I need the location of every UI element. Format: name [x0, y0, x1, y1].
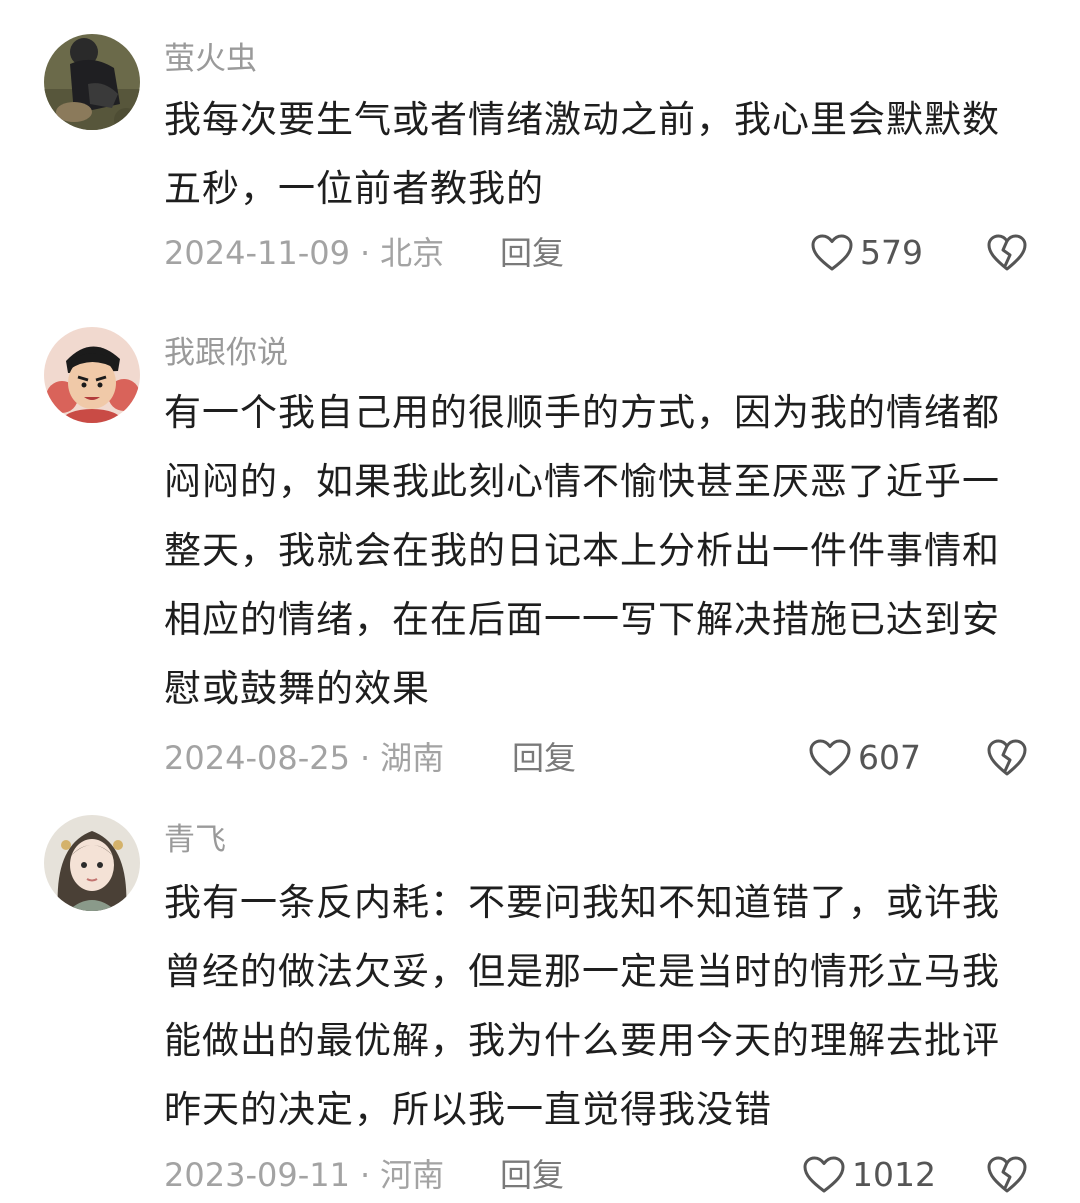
avatar-photo-icon — [44, 34, 140, 130]
avatar-cartoon-icon — [44, 327, 140, 423]
avatar-illustration-icon — [44, 815, 140, 911]
username[interactable]: 青飞 — [164, 820, 226, 860]
comment-location: 湖南 — [380, 739, 445, 777]
separator: · — [359, 739, 371, 777]
reply-button[interactable]: 回复 — [512, 736, 576, 780]
comment-text: 有一个我自己用的很顺手的方式，因为我的情绪都闷闷的，如果我此刻心情不愉快甚至厌恶… — [164, 391, 1000, 710]
heart-outline-icon — [809, 739, 851, 776]
broken-heart-icon — [987, 1156, 1027, 1193]
dislike-button[interactable] — [986, 1155, 1028, 1195]
broken-heart-icon — [987, 739, 1027, 776]
avatar[interactable] — [44, 815, 140, 911]
like-count: 1012 — [852, 1155, 936, 1194]
reply-button[interactable]: 回复 — [500, 231, 564, 275]
heart-outline-icon — [803, 1156, 845, 1193]
comment-date: 2024-11-09 — [164, 234, 350, 272]
comment-date: 2023-09-11 — [164, 1156, 350, 1194]
comment-text: 我每次要生气或者情绪激动之前，我心里会默默数五秒，一位前者教我的 — [164, 98, 1000, 210]
comment-text: 我有一条反内耗：不要问我知不知道错了，或许我曾经的做法欠妥，但是那一定是当时的情… — [164, 881, 1000, 1131]
like-count: 607 — [858, 738, 921, 777]
comment-meta: 2023-09-11 · 河南 — [164, 1153, 444, 1197]
separator: · — [359, 1156, 371, 1194]
avatar[interactable] — [44, 34, 140, 130]
comment-meta: 2024-08-25 · 湖南 — [164, 736, 444, 780]
dislike-button[interactable] — [986, 233, 1028, 273]
like-count: 579 — [860, 233, 923, 272]
username[interactable]: 萤火虫 — [164, 39, 257, 79]
like-button[interactable]: 1012 — [802, 1153, 936, 1197]
like-button[interactable]: 579 — [810, 231, 923, 275]
comment-meta: 2024-11-09 · 北京 — [164, 231, 444, 275]
avatar[interactable] — [44, 327, 140, 423]
reply-button[interactable]: 回复 — [500, 1153, 564, 1197]
separator: · — [359, 234, 371, 272]
broken-heart-icon — [987, 234, 1027, 271]
comments-page: { "comments": [ { "username": "萤火虫", "te… — [0, 0, 1080, 1203]
dislike-button[interactable] — [986, 738, 1028, 778]
comment-location: 北京 — [380, 234, 445, 272]
comment-date: 2024-08-25 — [164, 739, 350, 777]
comment-location: 河南 — [380, 1156, 445, 1194]
heart-outline-icon — [811, 234, 853, 271]
like-button[interactable]: 607 — [808, 736, 921, 780]
username[interactable]: 我跟你说 — [164, 333, 288, 373]
